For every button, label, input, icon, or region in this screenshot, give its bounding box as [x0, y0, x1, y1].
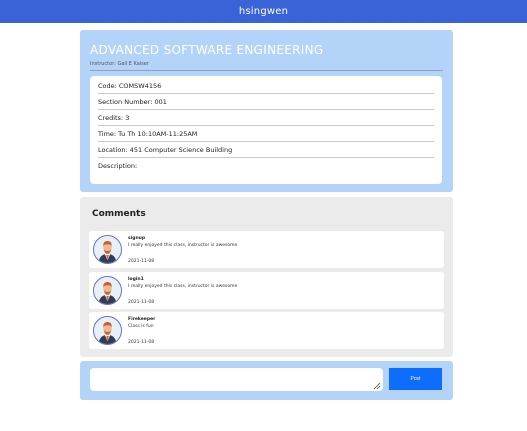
- course-details: Code: COMSW4156 Section Number: 001 Cred…: [90, 76, 442, 184]
- user-avatar-icon: [93, 316, 122, 345]
- user-avatar-icon: [93, 235, 122, 264]
- comment-text: I really enjoyed this class, instructor …: [128, 243, 238, 248]
- comment-text: I really enjoyed this class, instructor …: [128, 284, 238, 289]
- comment-item: login1 I really enjoyed this class, inst…: [89, 272, 444, 309]
- credits: Credits: 3: [98, 110, 434, 126]
- class-location: Location: 451 Computer Science Building: [98, 142, 434, 158]
- user-avatar-icon: [93, 276, 122, 305]
- resize-grip-icon[interactable]: [373, 382, 381, 390]
- course-divider: [90, 70, 443, 71]
- comments-section: Comments signup I really enjoyed this cl…: [80, 197, 453, 357]
- comment-text: Class is fun: [128, 324, 154, 329]
- comment-item: signup I really enjoyed this class, inst…: [89, 231, 444, 268]
- course-info-card: ADVANCED SOFTWARE ENGINEERING Instructor…: [80, 30, 453, 192]
- comment-username: Firekeeper: [128, 317, 156, 322]
- comment-date: 2021-11-08: [128, 340, 155, 345]
- top-navbar: hsingwen: [0, 0, 527, 23]
- comment-username: login1: [128, 277, 144, 282]
- comment-date: 2021-11-08: [128, 300, 155, 305]
- comment-username: signup: [128, 236, 146, 241]
- comments-heading: Comments: [92, 209, 146, 219]
- post-comment-form: Post: [80, 361, 453, 400]
- instructor-label: Instructor: Gail E Kaiser: [90, 61, 149, 67]
- comment-input[interactable]: [90, 368, 383, 391]
- course-title: ADVANCED SOFTWARE ENGINEERING: [90, 43, 324, 57]
- course-description: Description:: [98, 162, 138, 170]
- comment-date: 2021-11-08: [128, 259, 155, 264]
- comment-item: Firekeeper Class is fun 2021-11-08: [89, 312, 444, 349]
- section-number: Section Number: 001: [98, 94, 434, 110]
- class-time: Time: Tu Th 10:10AM-11:25AM: [98, 126, 434, 142]
- post-button[interactable]: Post: [389, 368, 442, 390]
- course-code: Code: COMSW4156: [98, 78, 434, 94]
- username-title[interactable]: hsingwen: [239, 6, 288, 17]
